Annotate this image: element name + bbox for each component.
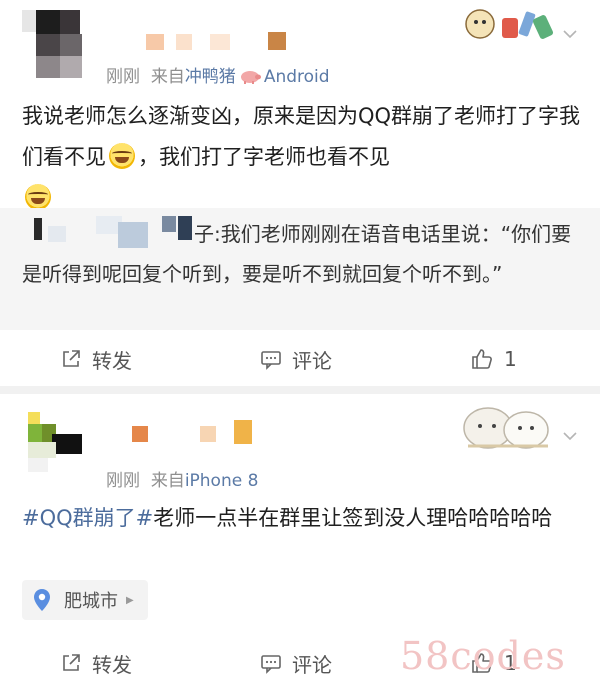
comment-button[interactable]: 评论 (260, 638, 332, 688)
repost-text: 子:我们老师刚刚在语音电话里说：“你们要是听得到呢回复个听到，要是听不到就回复个… (22, 222, 572, 286)
repost-label: 转发 (92, 652, 132, 677)
post-content: #QQ群崩了#老师一点半在群里让签到没人理哈哈哈哈哈 (22, 498, 582, 539)
source-device[interactable]: Android (264, 67, 330, 87)
comment-button[interactable]: 评论 (260, 334, 332, 384)
topic-link[interactable]: #QQ群崩了# (22, 506, 153, 530)
chevron-down-icon[interactable] (562, 26, 578, 42)
user-avatar[interactable] (22, 10, 94, 82)
repost-button[interactable]: 转发 (60, 334, 132, 384)
repost-label: 转发 (92, 348, 132, 373)
laugh-cry-icon (25, 184, 51, 210)
source-name[interactable]: 冲鸭猪 (185, 67, 236, 87)
chevron-right-icon: ▶ (126, 594, 134, 606)
user-avatar[interactable] (22, 408, 94, 480)
source-prefix: 来自 (150, 67, 185, 87)
pig-icon (240, 71, 261, 84)
post-divider (0, 386, 600, 394)
location-tag[interactable]: 肥城市 ▶ (22, 580, 148, 620)
post-meta: 刚刚 来自iPhone 8 (106, 466, 258, 491)
thumbs-up-icon (472, 349, 492, 369)
laugh-cry-icon (109, 143, 135, 169)
timestamp: 刚刚 (106, 471, 140, 491)
repost-button[interactable]: 转发 (60, 638, 132, 688)
comment-icon (261, 655, 281, 674)
comment-label: 评论 (292, 652, 332, 677)
location-pin-icon (34, 589, 50, 611)
like-count: 1 (504, 347, 517, 371)
source-prefix: 来自 (150, 471, 185, 491)
weibo-post-1: 刚刚 来自冲鸭猪 Android 我说老师怎么逐渐变凶，原来是因为QQ群崩了老师打… (0, 0, 600, 386)
decoration-sticker-icon (465, 9, 554, 39)
like-button[interactable]: 1 (470, 334, 517, 384)
location-label: 肥城市 (64, 591, 118, 612)
share-icon (63, 654, 80, 671)
post-text-part2: ，我们打了字老师也看不见 (138, 145, 390, 169)
source-device[interactable]: iPhone 8 (185, 471, 259, 491)
post-meta: 刚刚 来自冲鸭猪 Android (106, 62, 330, 87)
cartoon-sticker-icon (463, 407, 549, 449)
post-text: 老师一点半在群里让签到没人理哈哈哈哈哈 (153, 506, 553, 530)
share-icon (63, 350, 80, 367)
post-actions: 转发 评论 1 (0, 334, 600, 384)
comment-icon (261, 351, 281, 370)
watermark: 58codes (400, 634, 566, 678)
comment-label: 评论 (292, 348, 332, 373)
timestamp: 刚刚 (106, 67, 140, 87)
chevron-down-icon[interactable] (562, 428, 578, 444)
post-content: 我说老师怎么逐渐变凶，原来是因为QQ群崩了老师打了字我们看不见 ，我们打了字老师也… (22, 96, 582, 219)
repost-box[interactable]: 子:我们老师刚刚在语音电话里说：“你们要是听得到呢回复个听到，要是听不到就回复个… (0, 208, 600, 330)
